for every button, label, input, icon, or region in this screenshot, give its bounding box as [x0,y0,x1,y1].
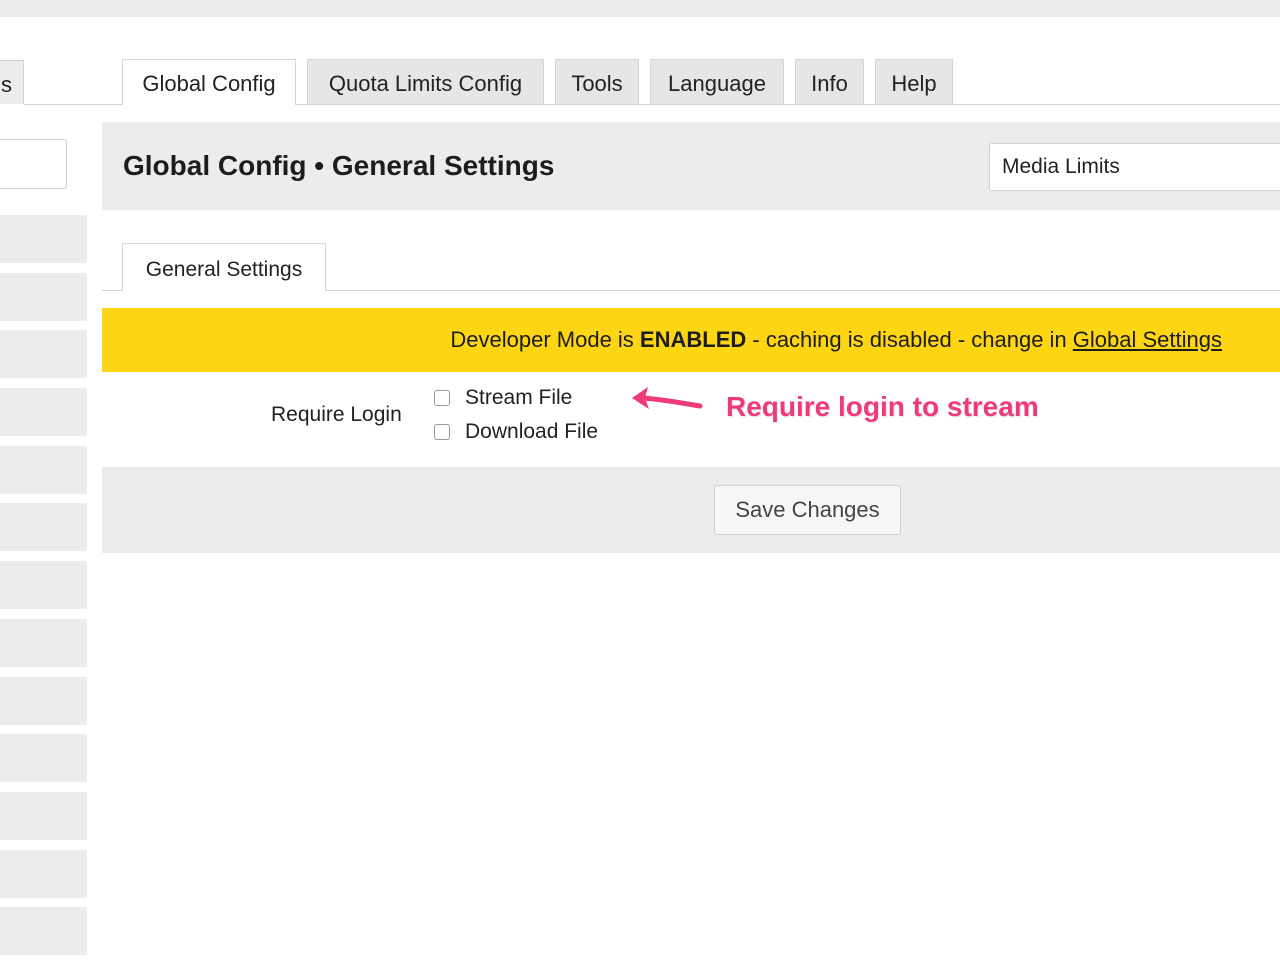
form-footer: Save Changes [102,467,1280,553]
stream-file-option[interactable]: Stream File [434,386,572,410]
download-file-label: Download File [465,420,599,443]
annotation-arrow-icon [632,387,703,409]
annotation-text: Require login to stream [726,391,1039,422]
notice-suffix: - caching is disabled - change in [746,327,1073,352]
global-settings-link[interactable]: Global Settings [1073,327,1222,352]
require-login-label: Require Login [271,403,402,426]
subtab-general-settings[interactable]: General Settings [122,243,326,291]
tab-info[interactable]: Info [795,59,864,104]
tab-tools[interactable]: Tools [555,59,639,104]
download-file-checkbox[interactable] [434,424,450,440]
sidebar-item[interactable] [0,215,87,263]
sidebar-search-input[interactable] [0,139,67,189]
download-file-option[interactable]: Download File [434,420,598,444]
page-header: Global Config • General Settings Media L… [102,122,1280,210]
sidebar-item[interactable] [0,272,87,321]
tab-quota-limits-config[interactable]: Quota Limits Config [307,59,544,104]
left-panel-tab-label: s [1,72,12,97]
sidebar-item[interactable] [0,676,87,725]
tab-global-config[interactable]: Global Config [122,59,296,105]
sidebar-item[interactable] [0,561,87,610]
stream-file-checkbox[interactable] [434,390,450,406]
save-changes-button[interactable]: Save Changes [714,485,901,535]
notice-prefix: Developer Mode is [450,327,640,352]
browser-top-bar [0,0,1280,17]
sidebar-item[interactable] [0,791,87,840]
section-select[interactable]: Media Limits [989,143,1280,191]
sidebar-item[interactable] [0,330,87,379]
left-panel-tab[interactable]: s [0,60,24,104]
sidebar-item[interactable] [0,849,87,898]
stream-file-label: Stream File [465,386,573,409]
sidebar-item[interactable] [0,503,87,552]
sidebar-item[interactable] [0,907,87,956]
tab-language[interactable]: Language [650,59,784,104]
developer-mode-notice: Developer Mode is ENABLED - caching is d… [102,308,1280,372]
tab-help[interactable]: Help [875,59,953,104]
sidebar-item[interactable] [0,388,87,437]
page-title: Global Config • General Settings [123,150,555,181]
left-tab-divider [24,104,122,105]
sidebar-item[interactable] [0,445,87,494]
sidebar-item[interactable] [0,734,87,783]
notice-text: Developer Mode is ENABLED - caching is d… [450,327,1222,353]
sidebar-item[interactable] [0,618,87,667]
notice-emphasis: ENABLED [639,327,747,352]
sidebar-list [0,215,87,965]
